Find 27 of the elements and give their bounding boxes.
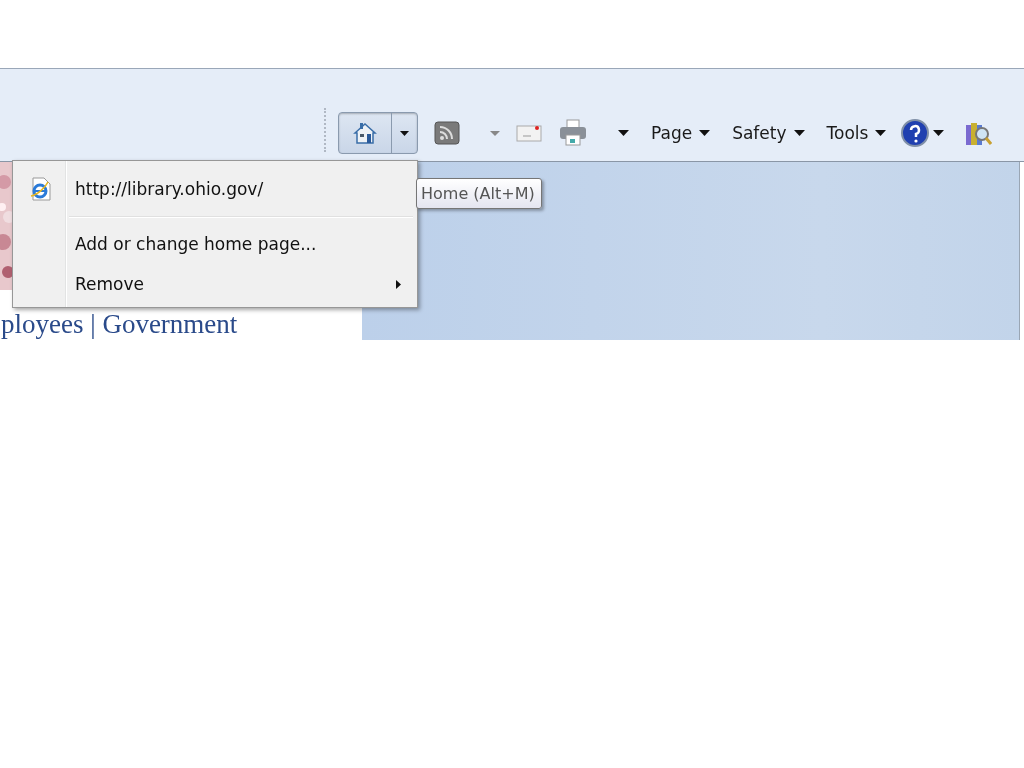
dropdown-arrow-icon xyxy=(875,130,887,136)
print-button[interactable] xyxy=(558,119,629,147)
printer-icon xyxy=(558,119,588,147)
toolbar-menu-button[interactable]: Tools xyxy=(826,123,887,143)
tooltip: Home (Alt+M) xyxy=(416,178,542,209)
mail-button[interactable] xyxy=(516,124,542,142)
feeds-button[interactable] xyxy=(434,121,500,145)
help-button[interactable] xyxy=(900,118,945,148)
rss-icon xyxy=(434,121,460,145)
submenu-arrow-icon xyxy=(396,279,401,289)
browser-page-icon xyxy=(29,177,51,201)
home-button[interactable] xyxy=(338,112,418,154)
help-icon xyxy=(900,118,931,148)
dropdown-arrow-icon xyxy=(933,130,945,136)
menu-item[interactable]: Remove xyxy=(13,264,417,304)
menu-item[interactable]: http://library.ohio.gov/ xyxy=(13,164,417,214)
menu-item[interactable]: Add or change home page... xyxy=(13,224,417,264)
page-heading: ployees | Government xyxy=(1,310,238,340)
envelope-icon xyxy=(516,124,542,142)
dropdown-arrow-icon xyxy=(699,130,711,136)
dropdown-arrow-icon xyxy=(400,130,409,136)
dropdown-arrow-icon xyxy=(490,130,500,136)
toolbar-menu-button[interactable]: Safety xyxy=(732,123,805,143)
toolbar-menu-button[interactable]: Page xyxy=(651,123,711,143)
house-icon xyxy=(352,121,378,145)
dropdown-arrow-icon xyxy=(618,130,629,136)
dropdown-arrow-icon xyxy=(793,130,805,136)
